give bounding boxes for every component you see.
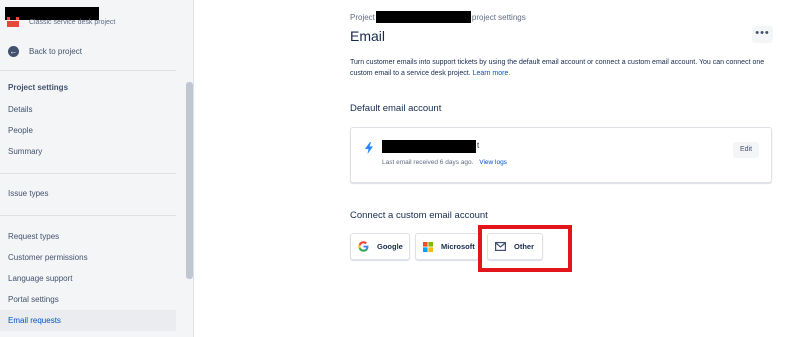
sidebar-item-language-support[interactable]: Language support [0,268,176,289]
sidebar-item-request-types[interactable]: Request types [0,226,176,247]
default-email-heading: Default email account [350,103,442,114]
last-email-text: Last email received 6 days ago. [382,159,474,166]
last-email-status: Last email received 6 days ago. View log… [382,159,507,166]
google-provider-button[interactable]: Google [350,233,410,260]
google-icon [358,241,369,252]
sidebar-item-people[interactable]: People [0,120,176,141]
email-address-redacted [382,140,476,153]
sidebar-divider [0,70,176,71]
sidebar-item-customer-permissions[interactable]: Customer permissions [0,247,176,268]
more-actions-button[interactable]: ••• [752,26,773,43]
google-label: Google [377,242,403,251]
email-address-tail: t [477,141,480,150]
sidebar-divider [0,215,176,216]
breadcrumb: Project project settings [350,11,526,23]
arrow-left-icon: ← [8,46,19,57]
learn-more-link[interactable]: Learn more. [473,70,511,77]
sidebar: Classic service desk project ← Back to p… [0,0,194,337]
default-email-card: t Last email received 6 days ago. View l… [350,127,772,183]
sidebar-scrollbar-thumb[interactable] [186,82,193,279]
page-title: Email [350,28,386,44]
lightning-bolt-icon [365,142,373,154]
page-description: Turn customer emails into support ticket… [350,57,770,79]
microsoft-label: Microsoft [441,242,475,251]
breadcrumb-project-settings[interactable]: project settings [472,13,526,22]
custom-email-heading: Connect a custom email account [350,210,488,221]
edit-button[interactable]: Edit [733,142,759,158]
sidebar-item-portal-settings[interactable]: Portal settings [0,289,176,310]
back-to-project-link[interactable]: ← Back to project [8,46,82,57]
sidebar-divider [0,173,176,174]
sidebar-item-email-requests[interactable]: Email requests [0,310,176,331]
highlight-annotation [478,225,572,272]
breadcrumb-project[interactable]: Project [350,13,375,22]
sidebar-item-issue-types[interactable]: Issue types [0,183,176,204]
back-to-project-label: Back to project [29,47,82,56]
microsoft-icon [423,241,433,252]
project-type: Classic service desk project [29,19,116,26]
description-text: Turn customer emails into support ticket… [350,59,765,77]
view-logs-link[interactable]: View logs [479,159,507,166]
project-logo-icon [7,17,19,27]
app-root: Classic service desk project ← Back to p… [0,0,807,337]
sidebar-section-title: Project settings [8,83,69,92]
sidebar-item-details[interactable]: Details [0,99,176,120]
microsoft-provider-button[interactable]: Microsoft [415,233,479,260]
sidebar-item-summary[interactable]: Summary [0,141,176,162]
breadcrumb-project-name-redacted [375,11,471,23]
